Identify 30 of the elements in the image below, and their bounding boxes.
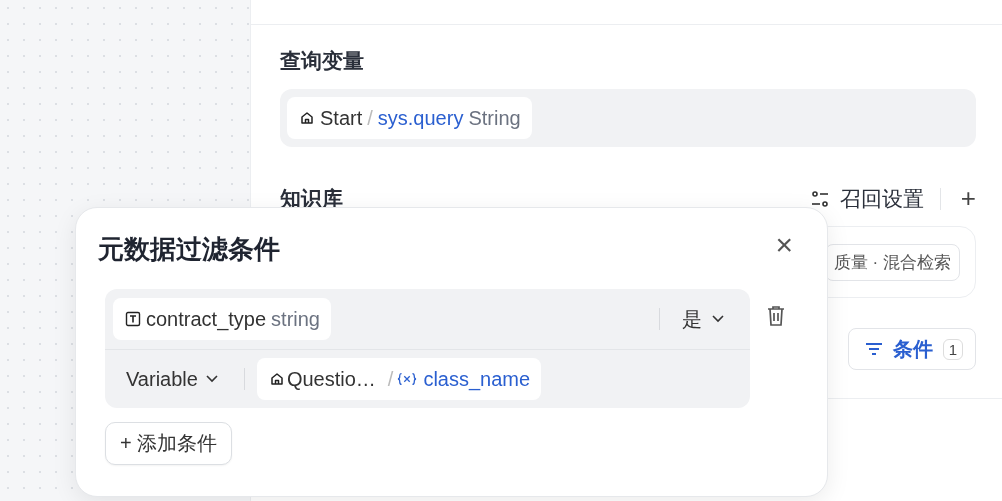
path-separator: / xyxy=(367,106,373,130)
value-mode-select[interactable]: Variable xyxy=(113,367,244,391)
recall-settings-button[interactable]: 召回设置 xyxy=(809,184,924,213)
path-separator: / xyxy=(387,367,394,391)
node-name: Questio… xyxy=(286,367,376,391)
count-badge: 1 xyxy=(942,338,963,360)
variable-name: class_name xyxy=(423,367,531,391)
chevron-down-icon xyxy=(205,375,218,383)
operator-select[interactable]: 是 xyxy=(660,305,724,333)
add-button[interactable]: + xyxy=(956,183,976,214)
variable-type: String xyxy=(468,106,521,130)
variable-icon xyxy=(397,371,418,387)
variable-name: sys.query xyxy=(377,106,464,130)
trash-icon xyxy=(766,305,786,327)
sliders-icon xyxy=(809,188,830,209)
home-icon xyxy=(268,371,285,387)
close-button[interactable]: × xyxy=(775,232,807,258)
section-title: 查询变量 xyxy=(280,48,365,74)
popup-title: 元数据过滤条件 xyxy=(98,233,280,266)
field-type: string xyxy=(271,307,320,331)
variable-field[interactable]: Start / sys.query String xyxy=(280,89,976,147)
home-icon xyxy=(299,110,315,126)
conditions-button[interactable]: 条件 1 xyxy=(847,328,976,370)
node-name: Start xyxy=(320,106,363,130)
add-condition-button[interactable]: + 添加条件 xyxy=(105,422,233,465)
chevron-down-icon xyxy=(712,315,724,323)
text-field-icon xyxy=(125,311,141,327)
filter-icon xyxy=(864,342,883,356)
variable-tag[interactable]: Questio… / class_name xyxy=(256,358,542,400)
field-name: contract_type xyxy=(146,307,267,331)
